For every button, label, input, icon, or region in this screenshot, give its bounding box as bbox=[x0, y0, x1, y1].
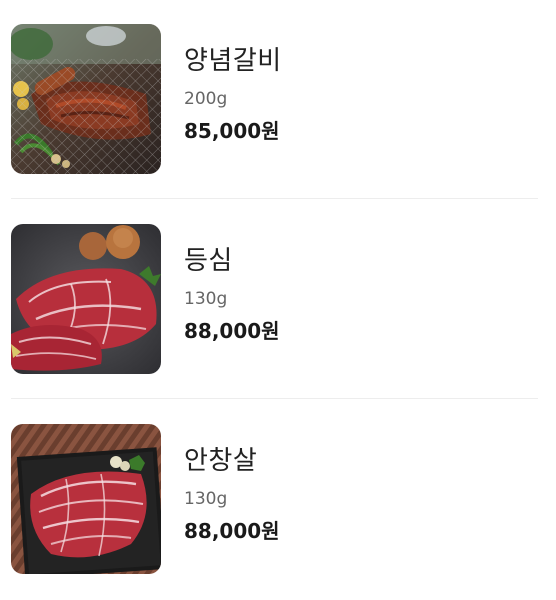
galbi-info: 양념갈비 200g 85,000원 bbox=[184, 44, 282, 144]
divider bbox=[11, 398, 538, 399]
sirloin-info: 등심 130g 88,000원 bbox=[184, 244, 280, 344]
menu-item-sirloin[interactable]: 등심 130g 88,000원 bbox=[0, 200, 556, 400]
menu-list: 양념갈비 200g 85,000원 등심 130g 88,000원 안창살 13… bbox=[0, 0, 556, 587]
item-name: 안창살 bbox=[184, 446, 258, 476]
skirt-steak-photo[interactable] bbox=[11, 424, 161, 574]
item-weight: 130g bbox=[184, 489, 228, 509]
menu-item-galbi[interactable]: 양념갈비 200g 85,000원 bbox=[0, 0, 556, 200]
item-name: 양념갈비 bbox=[184, 46, 282, 76]
menu-item-skirt-steak[interactable]: 안창살 130g 88,000원 bbox=[0, 400, 556, 600]
item-price: 85,000원 bbox=[184, 119, 280, 143]
skirt-steak-info: 안창살 130g 88,000원 bbox=[184, 444, 280, 544]
sirloin-photo[interactable] bbox=[11, 224, 161, 374]
galbi-photo[interactable] bbox=[11, 24, 161, 174]
item-price: 88,000원 bbox=[184, 519, 280, 543]
item-weight: 130g bbox=[184, 289, 228, 309]
item-price: 88,000원 bbox=[184, 319, 280, 343]
item-name: 등심 bbox=[184, 246, 233, 276]
divider bbox=[11, 198, 538, 199]
item-weight: 200g bbox=[184, 89, 228, 109]
